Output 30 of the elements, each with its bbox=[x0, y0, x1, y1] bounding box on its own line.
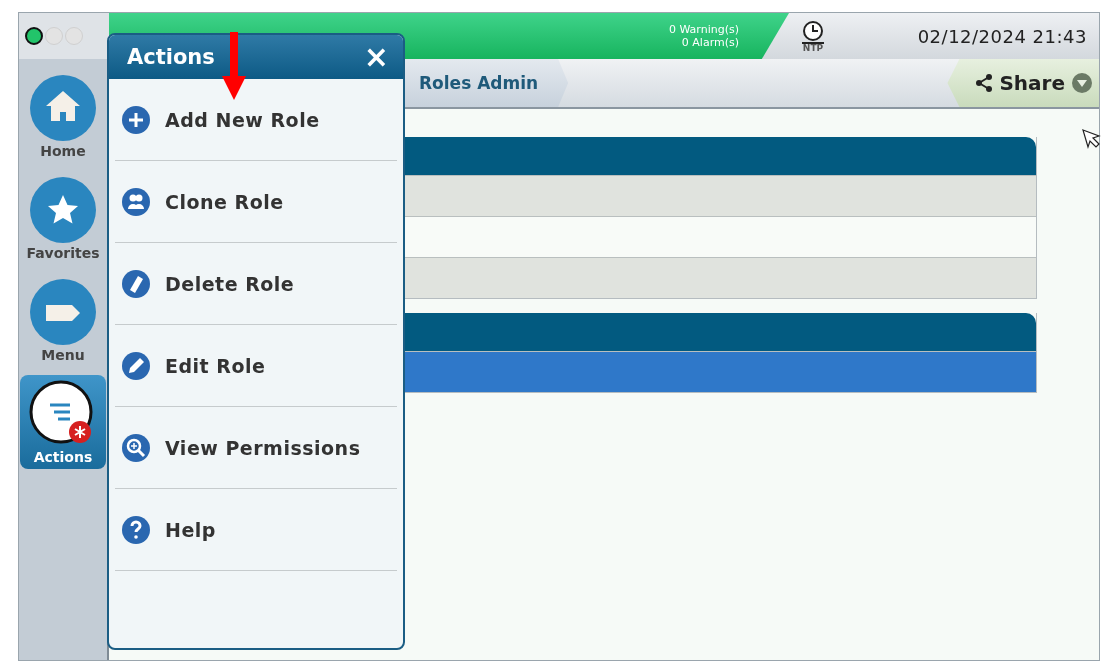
home-icon bbox=[28, 73, 98, 143]
action-item[interactable]: Clone Role bbox=[115, 161, 397, 243]
sidebar-item[interactable]: Menu bbox=[20, 273, 106, 367]
caret-icon bbox=[1071, 72, 1093, 94]
pencil-icon bbox=[121, 350, 151, 381]
magnifier-icon bbox=[121, 432, 151, 463]
alarm-count: 0 Alarm(s) bbox=[681, 36, 739, 49]
clock-icon bbox=[800, 19, 826, 44]
date-time: 02/12/2024 21:43 bbox=[917, 25, 1087, 47]
ntp-label: NTP bbox=[802, 43, 824, 53]
sidebar-label: Actions bbox=[33, 449, 93, 465]
share-button[interactable]: Share bbox=[947, 59, 1099, 107]
help-icon bbox=[121, 514, 151, 545]
sidebar-item[interactable]: Home bbox=[20, 69, 106, 163]
tag-icon bbox=[28, 277, 98, 347]
share-icon bbox=[975, 73, 994, 93]
people-icon bbox=[121, 186, 151, 217]
action-item[interactable]: Help bbox=[115, 489, 397, 571]
sidebar-item[interactable]: Actions bbox=[20, 375, 106, 469]
sidebar-label: Favorites bbox=[26, 245, 100, 261]
sidebar-label: Home bbox=[40, 143, 86, 159]
action-item[interactable]: Delete Role bbox=[115, 243, 397, 325]
sidebar-item[interactable]: Favorites bbox=[20, 171, 106, 265]
arrow-icon bbox=[222, 32, 246, 100]
eraser-icon bbox=[121, 268, 151, 299]
action-item[interactable]: View Permissions bbox=[115, 407, 397, 489]
sidebar-label: Menu bbox=[41, 347, 85, 363]
plus-icon bbox=[121, 104, 151, 135]
action-item[interactable]: Edit Role bbox=[115, 325, 397, 407]
warning-count: 0 Warning(s) bbox=[668, 23, 739, 36]
